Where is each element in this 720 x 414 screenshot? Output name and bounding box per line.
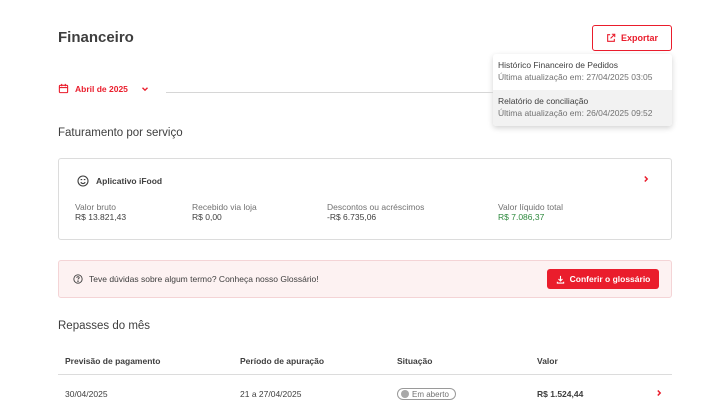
menu-item-subtitle: Última atualização em: 27/04/2025 03:05: [498, 72, 653, 82]
cell-period: 21 a 27/04/2025: [240, 389, 302, 399]
cell-value: R$ 1.524,44: [537, 389, 584, 399]
menu-item-subtitle: Última atualização em: 26/04/2025 09:52: [498, 108, 653, 118]
metric-gross-value: Valor bruto R$ 13.821,43: [75, 202, 126, 223]
metric-value: -R$ 6.735,06: [327, 212, 377, 222]
chevron-right-icon: [644, 175, 649, 183]
glossary-button-label: Conferir o glossário: [569, 274, 651, 284]
export-menu: Histórico Financeiro de Pedidos Última a…: [493, 54, 672, 126]
metric-label: Descontos ou acréscimos: [327, 202, 425, 212]
metric-label: Recebido via loja: [192, 202, 257, 212]
month-selector[interactable]: Abril de 2025: [58, 83, 150, 94]
metric-label: Valor bruto: [75, 202, 116, 212]
glossary-banner: Teve dúvidas sobre algum termo? Conheça …: [58, 260, 672, 298]
chevron-down-icon: [141, 86, 148, 91]
metric-received-in-store: Recebido via loja R$ 0,00: [192, 202, 257, 223]
metric-value: R$ 13.821,43: [75, 212, 127, 222]
status-badge: Em aberto: [397, 388, 456, 400]
table-divider: [58, 374, 672, 375]
status-label: Em aberto: [412, 389, 449, 399]
month-selector-label: Abril de 2025: [75, 83, 128, 94]
export-menu-item-orders-history[interactable]: Histórico Financeiro de Pedidos Última a…: [493, 54, 672, 90]
ifood-face-icon: [77, 175, 89, 187]
column-header-status: Situação: [397, 356, 433, 366]
menu-item-title: Relatório de conciliação: [498, 96, 589, 106]
service-card-ifood[interactable]: Aplicativo iFood Valor bruto R$ 13.821,4…: [58, 158, 672, 240]
metric-value: R$ 0,00: [192, 212, 222, 222]
calendar-icon: [58, 83, 69, 94]
export-button[interactable]: Exportar: [592, 25, 672, 51]
billing-section-title: Faturamento por serviço: [58, 127, 183, 139]
divider: [166, 92, 493, 93]
status-dot: [401, 390, 409, 398]
metric-label: Valor líquido total: [498, 202, 564, 212]
download-icon: [556, 275, 564, 284]
column-header-period: Período de apuração: [240, 356, 325, 366]
glossary-text: Teve dúvidas sobre algum termo? Conheça …: [89, 274, 319, 284]
column-header-payment-date: Previsão de pagamento: [65, 356, 161, 366]
metric-value: R$ 7.086,37: [498, 212, 545, 222]
transfers-section-title: Repasses do mês: [58, 320, 151, 332]
metric-discounts: Descontos ou acréscimos -R$ 6.735,06: [327, 202, 424, 223]
chevron-right-icon[interactable]: [654, 388, 664, 398]
page-title: Financeiro: [58, 29, 134, 46]
export-button-label: Exportar: [620, 33, 658, 43]
cell-payment-date: 30/04/2025: [65, 389, 108, 399]
help-circle-icon: [73, 274, 83, 284]
menu-item-title: Histórico Financeiro de Pedidos: [498, 60, 619, 70]
metric-net-total: Valor líquido total R$ 7.086,37: [498, 202, 563, 223]
service-name: Aplicativo iFood: [96, 176, 163, 186]
external-link-icon: [607, 33, 616, 42]
glossary-button[interactable]: Conferir o glossário: [547, 269, 659, 289]
column-header-value: Valor: [537, 356, 558, 366]
export-menu-item-reconciliation[interactable]: Relatório de conciliação Última atualiza…: [493, 90, 672, 126]
